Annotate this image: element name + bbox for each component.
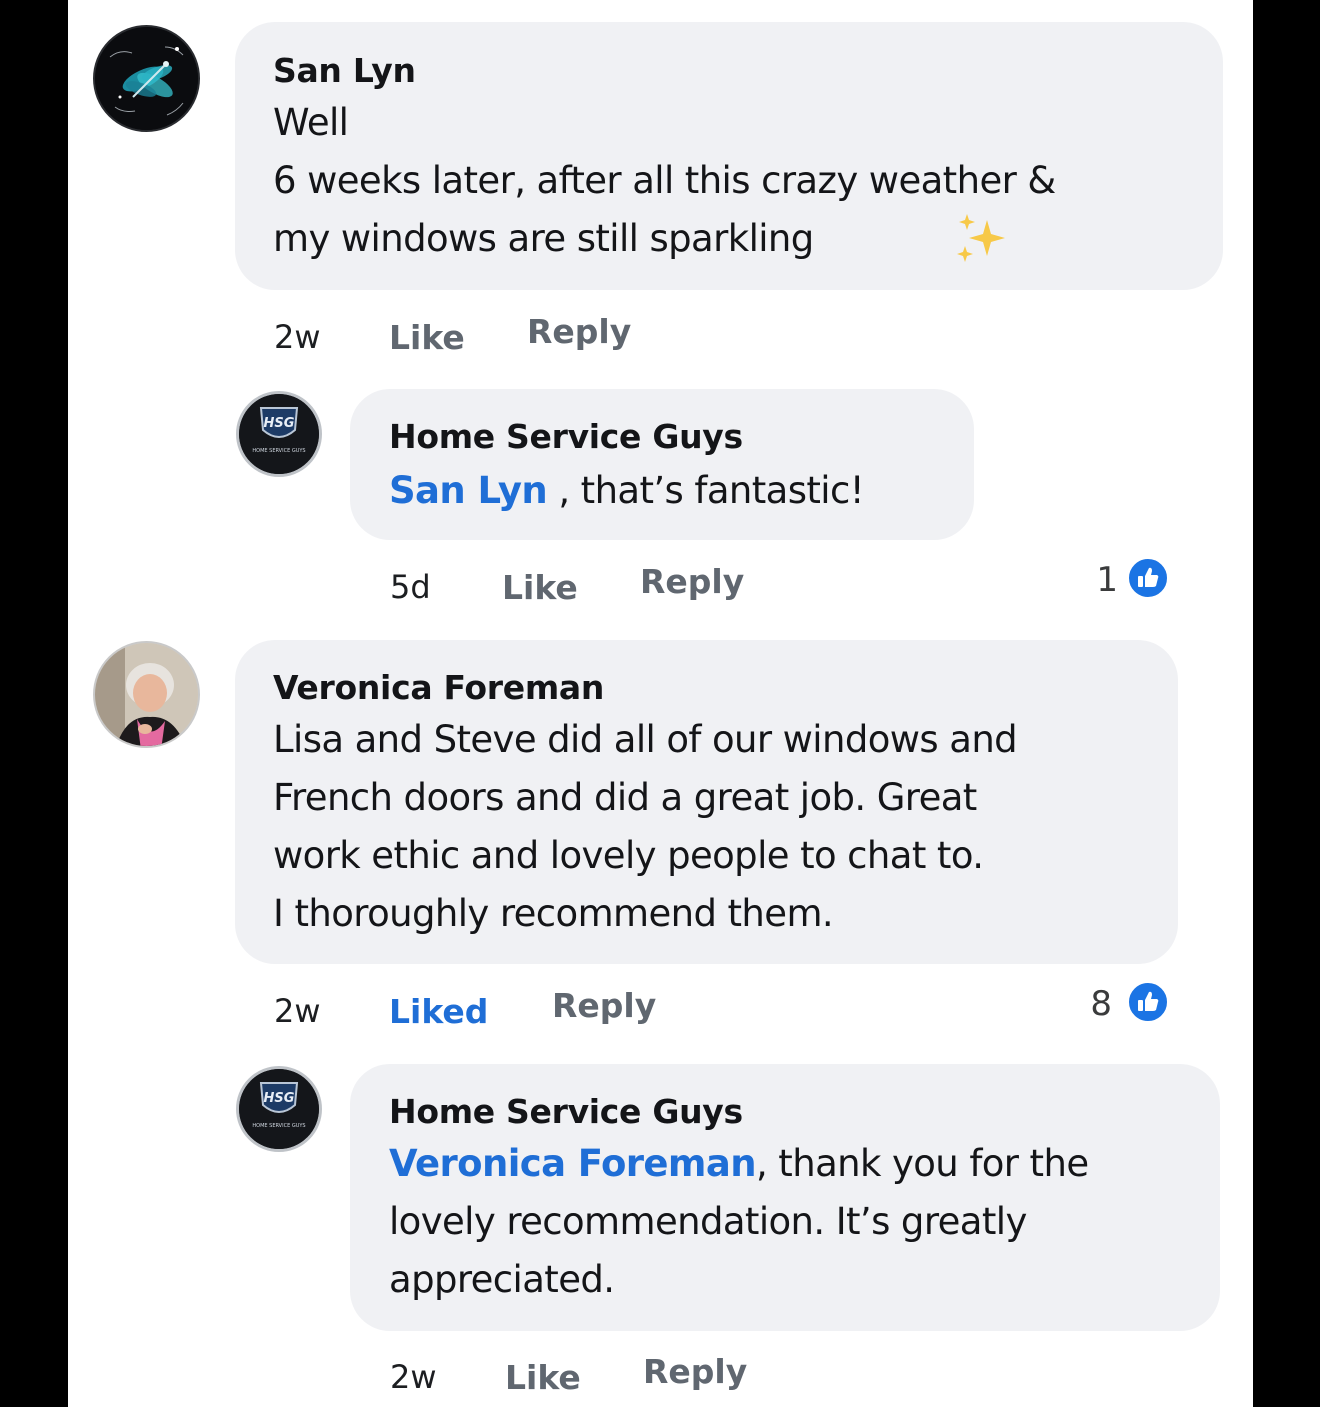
reply-time: 5d xyxy=(390,568,431,606)
reply-line: Veronica Foreman, thank you for the xyxy=(389,1135,1089,1193)
hsg-logo-initials: HSG xyxy=(264,1091,295,1106)
like-reaction-icon xyxy=(1126,556,1170,600)
reply-line-text: , that’s fantastic! xyxy=(547,469,864,512)
comment-thread: San Lyn Well 6 weeks later, after all th… xyxy=(68,0,1253,1407)
comment-line: Lisa and Steve did all of our windows an… xyxy=(273,718,1018,761)
reaction-count[interactable]: 8 xyxy=(1062,984,1112,1024)
reply-text: San Lyn , that’s fantastic! xyxy=(389,462,865,520)
avatar-home-service-guys[interactable]: HSG HOME SERVICE GUYS xyxy=(236,391,322,477)
liked-button[interactable]: Liked xyxy=(389,992,488,1031)
reaction-count[interactable]: 1 xyxy=(1068,560,1118,600)
reply-bubble-hsg-1: Home Service Guys San Lyn , that’s fanta… xyxy=(350,389,974,540)
comment-author[interactable]: San Lyn xyxy=(273,51,416,90)
reply-button[interactable]: Reply xyxy=(640,562,744,601)
comment-line: my windows are still sparkling xyxy=(273,210,1056,268)
like-reaction-icon xyxy=(1126,980,1170,1024)
comment-line: 6 weeks later, after all this crazy weat… xyxy=(273,159,1056,202)
reply-button[interactable]: Reply xyxy=(527,312,631,351)
reply-bubble-hsg-2: Home Service Guys Veronica Foreman, than… xyxy=(350,1064,1220,1331)
reply-author[interactable]: Home Service Guys xyxy=(389,417,743,456)
hsg-logo-initials: HSG xyxy=(264,416,295,431)
reply-button[interactable]: Reply xyxy=(552,986,656,1025)
dragonfly-icon xyxy=(95,27,198,130)
reply-text: Veronica Foreman, thank you for the love… xyxy=(389,1135,1089,1309)
reply-line-text: , thank you for the xyxy=(755,1142,1089,1185)
reply-button[interactable]: Reply xyxy=(643,1352,747,1391)
comment-bubble-veronica: Veronica Foreman Lisa and Steve did all … xyxy=(235,640,1178,964)
mention-link[interactable]: Veronica Foreman xyxy=(389,1142,757,1185)
reply-line: San Lyn , that’s fantastic! xyxy=(389,462,865,520)
like-button[interactable]: Like xyxy=(502,568,578,607)
avatar-san-lyn[interactable] xyxy=(93,25,200,132)
sparkles-icon xyxy=(957,214,1005,262)
comment-line: work ethic and lovely people to chat to. xyxy=(273,834,984,877)
comment-line-text: my windows are still sparkling xyxy=(273,217,814,260)
like-button[interactable]: Like xyxy=(389,318,465,357)
hsg-logo-name: HOME SERVICE GUYS xyxy=(252,448,305,454)
comment-bubble-san-lyn: San Lyn Well 6 weeks later, after all th… xyxy=(235,22,1223,290)
reply-author[interactable]: Home Service Guys xyxy=(389,1092,743,1131)
comment-text: Well 6 weeks later, after all this crazy… xyxy=(273,94,1056,268)
hsg-shield-icon: HSG HOME SERVICE GUYS xyxy=(239,394,319,474)
comment-time: 2w xyxy=(274,992,321,1030)
reply-time: 2w xyxy=(390,1358,437,1396)
profile-photo-icon xyxy=(95,643,198,746)
reply-line: appreciated. xyxy=(389,1258,615,1301)
hsg-logo-name: HOME SERVICE GUYS xyxy=(252,1123,305,1129)
comment-line: French doors and did a great job. Great xyxy=(273,776,977,819)
comment-author[interactable]: Veronica Foreman xyxy=(273,668,604,707)
like-button[interactable]: Like xyxy=(505,1358,581,1397)
reply-line: lovely recommendation. It’s greatly xyxy=(389,1200,1027,1243)
avatar-veronica-foreman[interactable] xyxy=(93,641,200,748)
comment-time: 2w xyxy=(274,318,321,356)
avatar-home-service-guys[interactable]: HSG HOME SERVICE GUYS xyxy=(236,1066,322,1152)
comment-text: Lisa and Steve did all of our windows an… xyxy=(273,711,1018,943)
comment-line: I thoroughly recommend them. xyxy=(273,892,834,935)
mention-link[interactable]: San Lyn xyxy=(389,469,548,512)
hsg-shield-icon: HSG HOME SERVICE GUYS xyxy=(239,1069,319,1149)
comment-line: Well xyxy=(273,101,349,144)
